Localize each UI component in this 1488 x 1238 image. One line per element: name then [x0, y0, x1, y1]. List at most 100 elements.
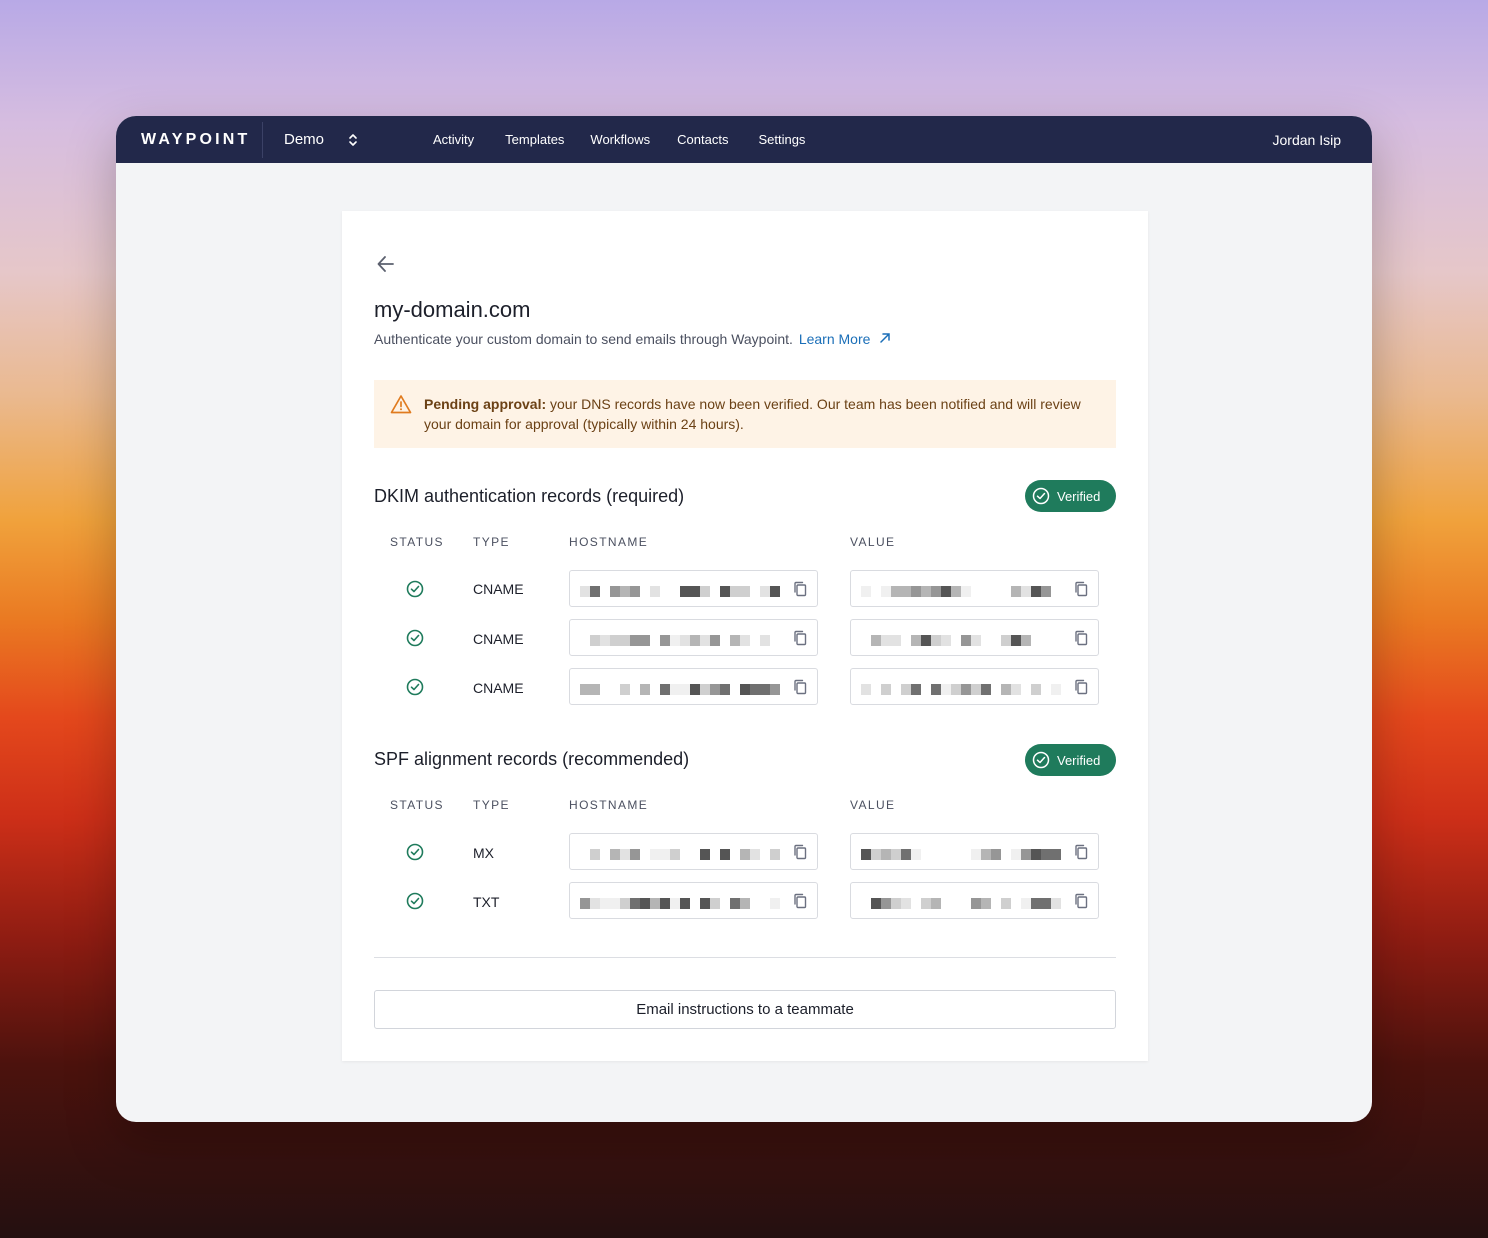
hostname-field[interactable]: [569, 833, 818, 870]
value-field[interactable]: [850, 833, 1099, 870]
copy-icon[interactable]: [1074, 630, 1088, 651]
redacted-pixel: [891, 898, 901, 909]
copy-icon[interactable]: [1074, 679, 1088, 700]
email-instructions-button[interactable]: Email instructions to a teammate: [374, 990, 1116, 1029]
col-type: TYPE: [473, 798, 510, 812]
value-field[interactable]: [850, 668, 1099, 705]
redacted-pixel: [660, 684, 670, 695]
nav-activity[interactable]: Activity: [433, 132, 474, 147]
redacted-pixel: [640, 684, 650, 695]
redacted-pixel: [911, 684, 921, 695]
redacted-pixel: [991, 898, 1001, 909]
back-arrow-icon[interactable]: [375, 253, 397, 280]
main-nav: Activity Templates Workflows Contacts Se…: [414, 132, 805, 147]
copy-icon[interactable]: [793, 630, 807, 651]
redacted-pixel: [760, 635, 770, 646]
redacted-pixel: [941, 684, 951, 695]
redacted-pixel: [620, 684, 630, 695]
redacted-pixel: [961, 898, 971, 909]
redacted-pixel: [590, 586, 600, 597]
redacted-pixel: [901, 586, 911, 597]
hostname-field[interactable]: [569, 668, 818, 705]
redacted-pixel: [740, 586, 750, 597]
redacted-pixel: [670, 684, 680, 695]
redacted-pixel: [911, 898, 921, 909]
redacted-pixel: [770, 898, 780, 909]
redacted-pixel: [750, 586, 760, 597]
copy-icon[interactable]: [1074, 893, 1088, 914]
check-circle-icon: [406, 629, 424, 652]
copy-icon[interactable]: [1074, 581, 1088, 602]
redacted-pixel: [931, 898, 941, 909]
redacted-pixel: [1041, 586, 1051, 597]
redacted-pixel: [881, 684, 891, 695]
value-field[interactable]: [850, 882, 1099, 919]
learn-more-label: Learn More: [798, 331, 871, 347]
redacted-pixel: [670, 849, 680, 860]
hostname-field[interactable]: [569, 619, 818, 656]
redacted-pixel: [961, 586, 971, 597]
redacted-pixel: [1041, 849, 1051, 860]
nav-settings[interactable]: Settings: [758, 132, 805, 147]
copy-icon[interactable]: [793, 679, 807, 700]
redacted-pixel: [750, 849, 760, 860]
warning-icon: [390, 394, 412, 419]
hostname-field[interactable]: [569, 882, 818, 919]
copy-icon[interactable]: [793, 581, 807, 602]
redacted-pixel: [881, 635, 891, 646]
hostname-field[interactable]: [569, 570, 818, 607]
redacted-pixel: [921, 849, 931, 860]
redacted-pixel: [630, 684, 640, 695]
redacted-pixel: [951, 635, 961, 646]
redacted-pixel: [1041, 898, 1051, 909]
redacted-pixel: [1041, 684, 1051, 695]
redacted-pixel: [670, 635, 680, 646]
redacted-pixel: [1001, 849, 1011, 860]
redacted-pixel: [1021, 684, 1031, 695]
redacted-pixel: [1011, 684, 1021, 695]
record-type: CNAME: [473, 631, 524, 647]
redacted-pixel: [730, 586, 740, 597]
brand-logo[interactable]: WAYPOINT: [116, 121, 263, 158]
redacted-pixel: [750, 635, 760, 646]
redacted-pixel: [610, 586, 620, 597]
nav-contacts[interactable]: Contacts: [677, 132, 728, 147]
redacted-pixel: [630, 849, 640, 860]
redacted-pixel: [690, 849, 700, 860]
redacted-pixel: [700, 586, 710, 597]
workspace-switcher[interactable]: Demo: [284, 131, 414, 148]
user-menu[interactable]: Jordan Isip: [1273, 132, 1341, 148]
value-field[interactable]: [850, 619, 1099, 656]
redacted-pixel: [971, 586, 981, 597]
redacted-pixel: [770, 635, 780, 646]
redacted-pixel: [971, 635, 981, 646]
badge-label: Verified: [1057, 488, 1101, 504]
value-field[interactable]: [850, 570, 1099, 607]
redacted-pixel: [901, 849, 911, 860]
redacted-pixel: [1021, 586, 1031, 597]
redacted-pixel: [941, 586, 951, 597]
redacted-pixel: [891, 684, 901, 695]
nav-workflows[interactable]: Workflows: [590, 132, 650, 147]
copy-icon[interactable]: [793, 893, 807, 914]
col-status: STATUS: [390, 798, 444, 812]
redacted-pixel: [700, 849, 710, 860]
redacted-pixel: [720, 635, 730, 646]
copy-icon[interactable]: [793, 844, 807, 865]
check-circle-icon: [406, 843, 424, 866]
redacted-pixel: [700, 898, 710, 909]
nav-templates[interactable]: Templates: [505, 132, 564, 147]
copy-icon[interactable]: [1074, 844, 1088, 865]
redacted-pixel: [590, 684, 600, 695]
redacted-pixel: [961, 684, 971, 695]
check-circle-icon: [1032, 751, 1050, 769]
learn-more-link[interactable]: Learn More: [799, 331, 891, 347]
redacted-pixel: [881, 898, 891, 909]
redacted-pixel: [750, 898, 760, 909]
redacted-pixel: [630, 586, 640, 597]
dkim-section-title: DKIM authentication records (required): [374, 486, 685, 506]
redacted-pixel: [590, 898, 600, 909]
redacted-pixel: [680, 635, 690, 646]
redacted-pixel: [1011, 849, 1021, 860]
redacted-pixel: [760, 586, 770, 597]
